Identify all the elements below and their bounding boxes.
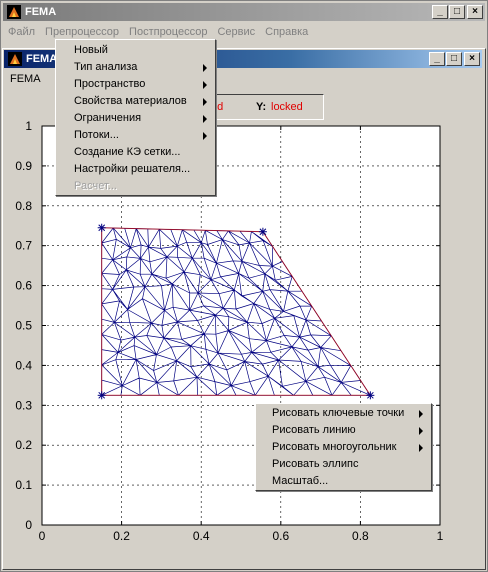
submenu-arrow-icon [203,64,207,72]
keypoint-marker[interactable] [366,391,375,400]
y-tick-label: 0.5 [15,319,32,333]
submenu-arrow-icon [419,410,423,418]
preprocessor-menu-item-label: Свойства материалов [74,95,187,107]
x-tick-label: 0.4 [193,529,210,543]
y-tick-label: 1 [25,119,32,133]
x-tick-label: 0.8 [352,529,369,543]
y-tick-label: 0.2 [15,438,32,452]
preprocessor-menu-item[interactable]: Потоки... [56,127,215,144]
x-tick-label: 1 [437,529,444,543]
preprocessor-menu-item: Расчет... [56,178,215,195]
y-tick-label: 0.8 [15,199,32,213]
preprocessor-menu-item-label: Ограничения [74,112,142,124]
context-menu-item-label: Масштаб... [272,475,329,487]
preprocessor-menu-item[interactable]: Пространство [56,76,215,93]
y-tick-label: 0.9 [15,159,32,173]
keypoint-marker[interactable] [97,223,106,232]
submenu-arrow-icon [419,444,423,452]
submenu-arrow-icon [203,115,207,123]
preprocessor-dropdown: Новый Тип анализа Пространство Свойства мат… [55,39,216,196]
x-tick-label: 0.6 [272,529,289,543]
submenu-arrow-icon [203,81,207,89]
context-menu-item-label: Рисовать эллипс [272,458,359,470]
preprocessor-menu-item[interactable]: Настройки решателя... [56,161,215,178]
preprocessor-menu-item[interactable]: Новый [56,42,215,59]
preprocessor-menu-item[interactable]: Ограничения [56,110,215,127]
context-menu-item-label: Рисовать ключевые точки [272,407,405,419]
preprocessor-menu-item-label: Потоки... [74,129,119,141]
draw-context-menu: Рисовать ключевые точки Рисовать линию Рис… [255,403,432,491]
preprocessor-menu-item[interactable]: Тип анализа [56,59,215,76]
submenu-arrow-icon [203,98,207,106]
keypoint-marker[interactable] [97,391,106,400]
x-tick-label: 0 [39,529,46,543]
context-menu-item[interactable]: Рисовать эллипс [256,456,431,473]
preprocessor-menu-item-label: Создание КЭ сетки... [74,146,181,158]
keypoint-marker[interactable] [258,227,267,236]
y-tick-label: 0.4 [15,358,32,372]
context-menu-item[interactable]: Рисовать многоугольник [256,439,431,456]
preprocessor-menu-item-label: Пространство [74,78,146,90]
context-menu-item-label: Рисовать многоугольник [272,441,397,453]
context-menu-item[interactable]: Рисовать ключевые точки [256,405,431,422]
submenu-arrow-icon [203,132,207,140]
context-menu-item[interactable]: Рисовать линию [256,422,431,439]
preprocessor-menu-item-label: Расчет... [74,180,117,192]
y-tick-label: 0.6 [15,279,32,293]
preprocessor-menu-item-label: Настройки решателя... [74,163,191,175]
y-tick-label: 0 [25,518,32,532]
preprocessor-menu-item-label: Новый [74,44,108,56]
y-tick-label: 0.3 [15,398,32,412]
y-tick-label: 0.7 [15,239,32,253]
submenu-arrow-icon [419,427,423,435]
x-tick-label: 0.2 [113,529,130,543]
context-menu-item[interactable]: Масштаб... [256,473,431,490]
preprocessor-menu-item-label: Тип анализа [74,61,138,73]
preprocessor-menu-item[interactable]: Создание КЭ сетки... [56,144,215,161]
y-tick-label: 0.1 [15,478,32,492]
context-menu-item-label: Рисовать линию [272,424,356,436]
preprocessor-menu-item[interactable]: Свойства материалов [56,93,215,110]
